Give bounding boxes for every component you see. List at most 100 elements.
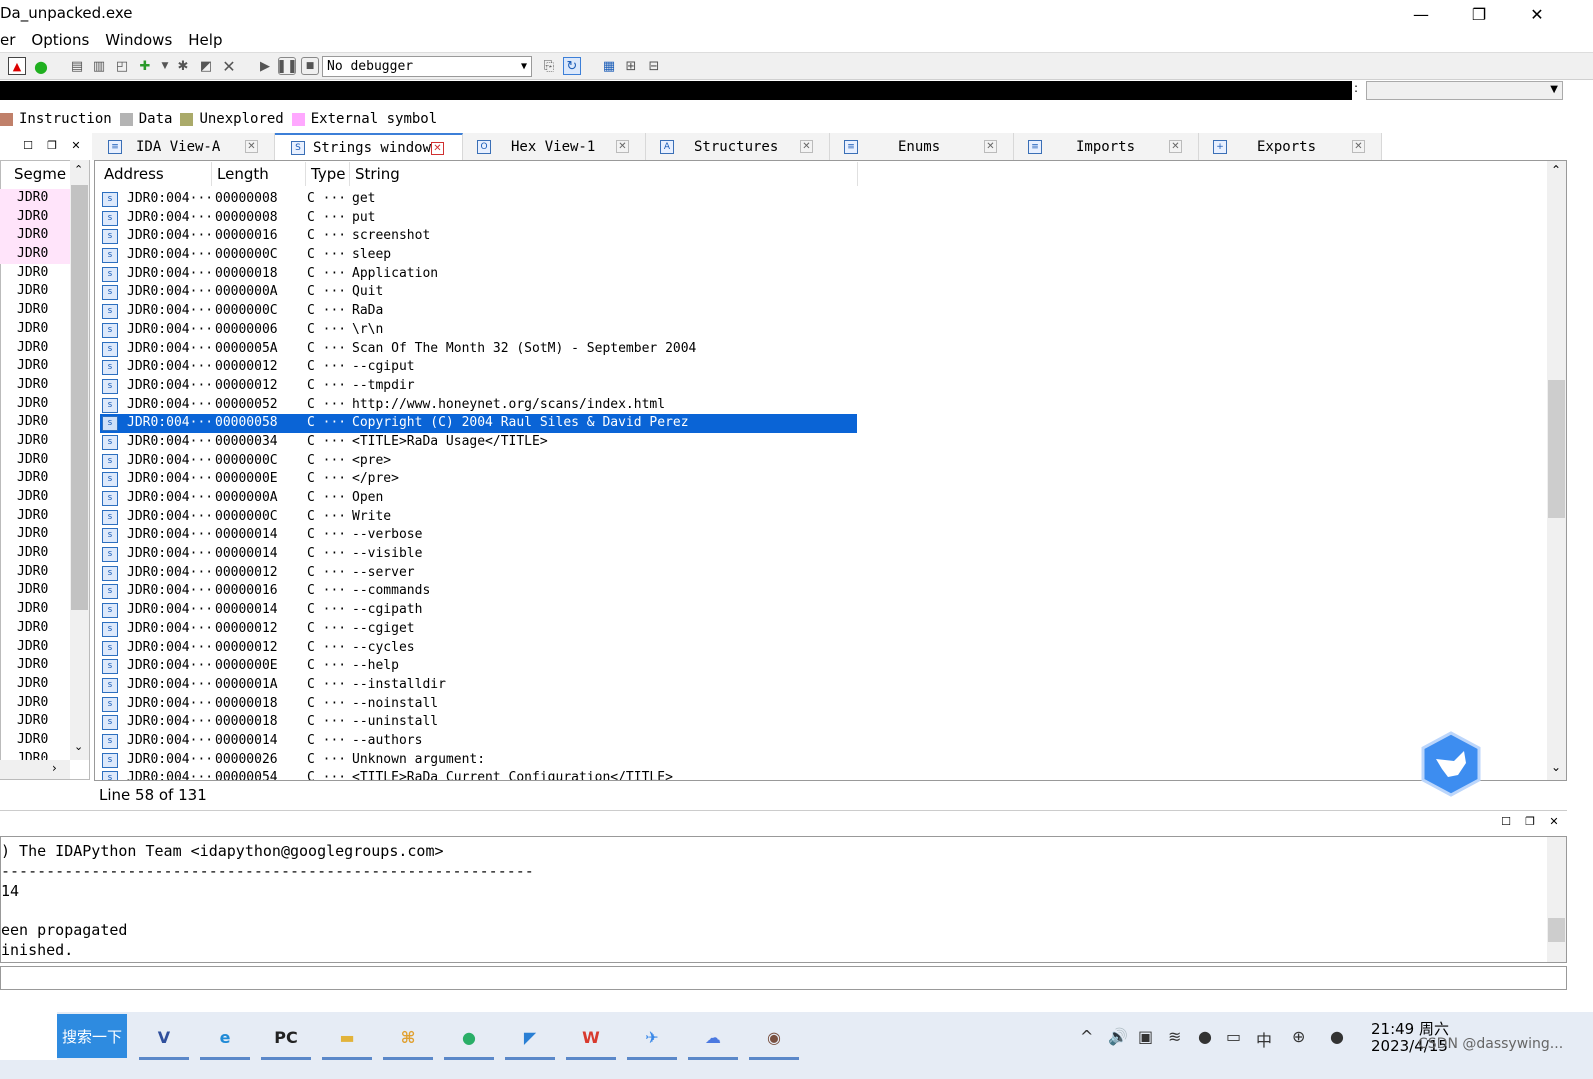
strings-scroll-thumb[interactable] [1548,380,1565,518]
segment-item[interactable]: JDR0 [0,189,70,208]
baidu-netdisk-app[interactable]: ☁ [688,1018,738,1056]
string-row[interactable]: s JDR0:004··· 00000016 C ··· --commands [100,582,857,601]
string-row[interactable]: s JDR0:004··· 0000000E C ··· --help [100,657,857,676]
string-row[interactable]: s JDR0:004··· 00000008 C ··· get [100,190,857,209]
segment-item[interactable]: JDR0 [0,507,70,526]
minimize-button[interactable]: — [1398,0,1444,28]
nav-dropdown[interactable]: ▼ [1366,81,1563,100]
tab-imports[interactable]: ≡ Imports ✕ [1014,133,1199,160]
segment-item[interactable]: JDR0 [0,376,70,395]
segment-item[interactable]: JDR0 [0,600,70,619]
segment-item[interactable]: JDR0 [0,339,70,358]
string-row[interactable]: s JDR0:004··· 0000000C C ··· RaDa [100,302,857,321]
volume-icon[interactable]: 🔊 [1108,1027,1128,1046]
menu-help[interactable]: Help [180,31,230,49]
segment-item[interactable]: JDR0 [0,264,70,283]
string-icon[interactable]: ◰ [113,57,131,75]
segment-item[interactable]: JDR0 [0,656,70,675]
visio-app[interactable]: V [139,1018,189,1056]
segment-column-header[interactable]: Segme [14,165,66,183]
scroll-down-icon[interactable]: ⌄ [74,740,83,753]
taskbar-search-input[interactable] [0,1012,57,1060]
string-row[interactable]: s JDR0:004··· 0000001A C ··· --installdir [100,676,857,695]
list-icon[interactable]: ▦ [600,57,618,75]
close-icon[interactable]: ✕ [431,142,444,155]
string-row[interactable]: s JDR0:004··· 00000054 C ··· <TITLE>RaDa Cur… [100,769,857,780]
close-button[interactable]: ✕ [1514,0,1560,28]
string-row[interactable]: s JDR0:004··· 00000052 C ··· http://www.hone… [100,396,857,415]
cross-icon[interactable]: ✕ [220,57,238,76]
string-row[interactable]: s JDR0:004··· 00000034 C ··· <TITLE>RaDa Usa… [100,433,857,452]
wechat-tray-icon[interactable]: ● [1330,1027,1344,1046]
close-icon[interactable]: ✕ [1352,140,1365,153]
segment-item[interactable]: JDR0 [0,320,70,339]
string-row[interactable]: s JDR0:004··· 00000018 C ··· Application [100,265,857,284]
string-row[interactable]: s JDR0:004··· 00000012 C ··· --cycles [100,639,857,658]
string-row[interactable]: s JDR0:004··· 00000014 C ··· --verbose [100,526,857,545]
input-method-icon[interactable]: 中 [1256,1027,1272,1051]
data-icon[interactable]: ▥ [90,57,108,75]
segment-item[interactable]: JDR0 [0,544,70,563]
segment-item[interactable]: JDR0 [0,694,70,713]
string-row[interactable]: s JDR0:004··· 00000012 C ··· --cgiget [100,620,857,639]
wifi-icon[interactable]: ≋ [1168,1027,1181,1046]
string-row[interactable]: s JDR0:004··· 00000026 C ··· Unknown argumen… [100,751,857,770]
menu-windows[interactable]: Windows [97,31,180,49]
monitor-icon[interactable]: ▣ [1138,1027,1153,1046]
string-row[interactable]: s JDR0:004··· 00000014 C ··· --cgipath [100,601,857,620]
close-icon[interactable]: ✕ [984,140,997,153]
string-row[interactable]: s JDR0:004··· 00000018 C ··· --uninstall [100,713,857,732]
plus-icon[interactable]: ✚ [136,57,154,75]
string-row[interactable]: s JDR0:004··· 00000014 C ··· --visible [100,545,857,564]
breakpoint-icon[interactable]: ⊟ [645,57,663,75]
segment-item[interactable]: JDR0 [0,245,70,264]
segment-item[interactable]: JDR0 [0,619,70,638]
string-row[interactable]: s JDR0:004··· 0000000A C ··· Quit [100,283,857,302]
scroll-down-icon[interactable]: ⌄ [1551,760,1561,774]
scroll-up-icon[interactable]: ⌃ [1551,163,1561,177]
wps-app[interactable]: W [566,1018,616,1056]
segment-item[interactable]: JDR0 [0,301,70,320]
close-icon[interactable]: ✕ [245,140,258,153]
maximize-icon[interactable]: ☐ [21,139,35,152]
debugger-select[interactable]: No debugger ▼ [322,56,532,77]
tools-icon[interactable]: ✱ [174,57,192,75]
refresh-icon[interactable]: ↻ [563,57,581,75]
output-scroll-thumb[interactable] [1548,918,1565,942]
string-row[interactable]: s JDR0:004··· 00000018 C ··· --noinstall [100,695,857,714]
string-row[interactable]: s JDR0:004··· 00000016 C ··· screenshot [100,227,857,246]
security-icon[interactable]: ● [1198,1027,1212,1046]
segment-item[interactable]: JDR0 [0,525,70,544]
float-icon[interactable]: ❐ [45,139,59,152]
edge-app[interactable]: e [200,1018,250,1056]
battery-icon[interactable]: ▭ [1226,1027,1241,1046]
command-input[interactable] [0,966,1567,990]
string-row[interactable]: s JDR0:004··· 0000000E C ··· </pre> [100,470,857,489]
language-icon[interactable]: ⊕ [1292,1027,1305,1046]
string-row[interactable]: s JDR0:004··· 0000000C C ··· Write [100,508,857,527]
green-circle-icon[interactable]: ● [32,57,50,76]
segments-horizontal-scrollbar[interactable]: › [0,760,70,779]
string-row[interactable]: s JDR0:004··· 0000000A C ··· Open [100,489,857,508]
output-vertical-scrollbar[interactable] [1547,837,1566,962]
string-row[interactable]: s JDR0:004··· 00000006 C ··· \r\n [100,321,857,340]
segment-item[interactable]: JDR0 [0,432,70,451]
segment-item[interactable]: JDR0 [0,712,70,731]
close-icon[interactable]: ✕ [1169,140,1182,153]
segment-item[interactable]: JDR0 [0,675,70,694]
segment-item[interactable]: JDR0 [0,226,70,246]
tab-ida-view-a[interactable]: ≡ IDA View-A ✕ [92,133,275,160]
string-row[interactable]: s JDR0:004··· 00000058 C ··· Copyright (C) 2… [99,413,858,434]
restore-button[interactable]: ❐ [1456,0,1502,28]
pause-icon[interactable]: ❚❚ [276,57,298,75]
pycharm-app[interactable]: PC [261,1018,311,1056]
tab-exports[interactable]: + Exports ✕ [1199,133,1382,160]
segment-item[interactable]: JDR0 [0,395,70,414]
string-row[interactable]: s JDR0:004··· 0000005A C ··· Scan Of The Mon… [100,340,857,359]
code-icon[interactable]: ▤ [68,57,86,75]
float-icon[interactable]: ❐ [1523,815,1537,828]
warning-icon[interactable]: ▲ [8,57,26,75]
show-hidden-icon[interactable]: ^ [1080,1027,1093,1046]
photo-app[interactable]: ◉ [749,1018,799,1056]
tab-hex-view-1[interactable]: O Hex View-1 ✕ [463,133,646,160]
